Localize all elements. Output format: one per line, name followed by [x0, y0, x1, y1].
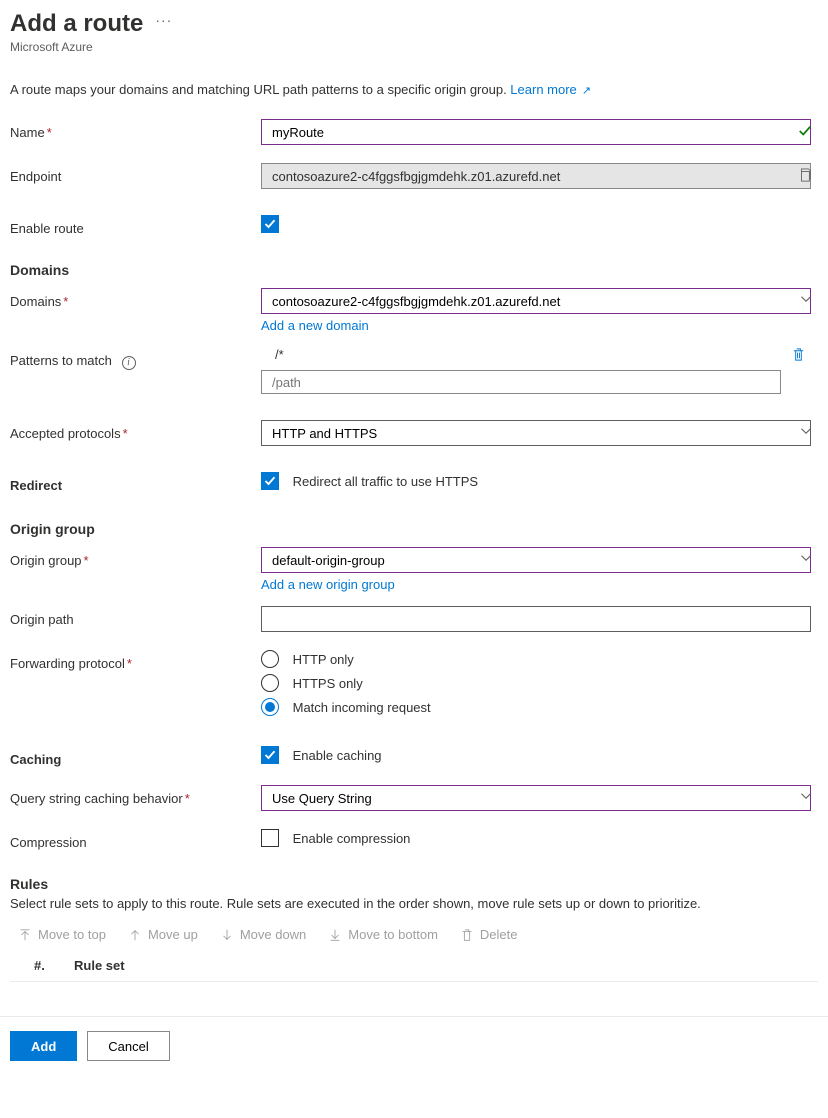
enable-route-label: Enable route — [10, 221, 84, 236]
move-down-button[interactable]: Move down — [220, 927, 306, 942]
patterns-label: Patterns to match — [10, 353, 112, 368]
arrow-down-icon — [220, 928, 234, 942]
fwd-http-label: HTTP only — [293, 652, 354, 667]
name-label: Name — [10, 125, 45, 140]
delete-button[interactable]: Delete — [460, 927, 518, 942]
col-ruleset: Rule set — [74, 958, 125, 973]
caching-checkbox[interactable] — [261, 746, 279, 764]
domains-section: Domains — [10, 262, 818, 278]
enable-route-checkbox[interactable] — [261, 215, 279, 233]
move-up-button[interactable]: Move up — [128, 927, 198, 942]
copy-icon[interactable] — [798, 168, 812, 182]
query-select[interactable] — [261, 785, 811, 811]
fwd-match-radio[interactable] — [261, 698, 279, 716]
caching-label: Enable caching — [293, 748, 382, 763]
redirect-checkbox[interactable] — [261, 472, 279, 490]
move-to-bottom-button[interactable]: Move to bottom — [328, 927, 438, 942]
col-number: #. — [34, 958, 74, 973]
caching-section: Caching — [10, 752, 61, 767]
endpoint-input — [261, 163, 811, 189]
compression-cb-label: Enable compression — [293, 831, 411, 846]
page-title: Add a route — [10, 10, 143, 38]
accepted-protocols-select[interactable] — [261, 420, 811, 446]
fwd-match-label: Match incoming request — [293, 700, 431, 715]
rules-section: Rules — [10, 876, 818, 892]
learn-more-link[interactable]: Learn more ↗ — [510, 82, 591, 97]
origin-path-input[interactable] — [261, 606, 811, 632]
fwd-https-label: HTTPS only — [293, 676, 363, 691]
add-domain-link[interactable]: Add a new domain — [261, 318, 369, 333]
arrow-up-bar-icon — [18, 928, 32, 942]
forwarding-label: Forwarding protocol — [10, 656, 125, 671]
trash-icon — [460, 928, 474, 942]
domains-label: Domains — [10, 294, 61, 309]
origin-group-label: Origin group — [10, 553, 82, 568]
page-subtitle: Microsoft Azure — [10, 40, 818, 54]
external-link-icon: ↗ — [579, 85, 591, 97]
intro-body: A route maps your domains and matching U… — [10, 82, 510, 97]
domains-select[interactable] — [261, 288, 811, 314]
fwd-https-radio[interactable] — [261, 674, 279, 692]
origin-section: Origin group — [10, 521, 818, 537]
add-origin-link[interactable]: Add a new origin group — [261, 577, 395, 592]
more-icon[interactable]: ··· — [155, 12, 172, 28]
origin-path-label: Origin path — [10, 612, 74, 627]
valid-check-icon — [798, 124, 812, 138]
endpoint-label: Endpoint — [10, 169, 61, 184]
arrow-down-bar-icon — [328, 928, 342, 942]
redirect-section: Redirect — [10, 478, 62, 493]
name-input[interactable] — [261, 119, 811, 145]
compression-checkbox[interactable] — [261, 829, 279, 847]
rules-toolbar: Move to top Move up Move down Move to bo… — [10, 921, 818, 954]
arrow-up-icon — [128, 928, 142, 942]
accepted-protocols-label: Accepted protocols — [10, 426, 121, 441]
cancel-button[interactable]: Cancel — [87, 1031, 169, 1061]
query-label: Query string caching behavior — [10, 791, 183, 806]
rules-description: Select rule sets to apply to this route.… — [10, 896, 818, 911]
intro-text: A route maps your domains and matching U… — [10, 82, 818, 97]
delete-pattern-icon[interactable] — [791, 347, 806, 362]
pattern-value: /* — [261, 347, 781, 362]
move-to-top-button[interactable]: Move to top — [18, 927, 106, 942]
add-button[interactable]: Add — [10, 1031, 77, 1061]
origin-group-select[interactable] — [261, 547, 811, 573]
fwd-http-radio[interactable] — [261, 650, 279, 668]
compression-label: Compression — [10, 835, 87, 850]
redirect-label: Redirect all traffic to use HTTPS — [293, 474, 478, 489]
pattern-input[interactable] — [261, 370, 781, 394]
info-icon[interactable]: i — [122, 356, 136, 370]
